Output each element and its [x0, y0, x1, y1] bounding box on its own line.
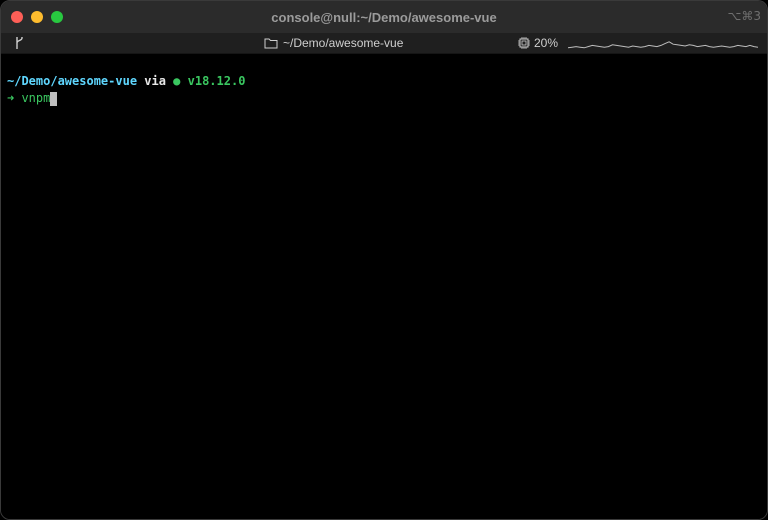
cpu-icon [518, 37, 530, 49]
folder-icon [264, 38, 278, 49]
git-branch-icon [16, 37, 23, 49]
cpu-sparkline-line [568, 41, 758, 49]
command-input[interactable]: vnpm [14, 90, 50, 107]
close-button[interactable] [11, 11, 23, 23]
status-path-label: ~/Demo/awesome-vue [283, 36, 404, 50]
title-bar[interactable]: console@null:~/Demo/awesome-vue ⌥⌘3 [1, 1, 767, 33]
prompt-line: ~/Demo/awesome-vue via ● v18.12.0 [7, 73, 761, 90]
maximize-button[interactable] [51, 11, 63, 23]
prompt-path: ~/Demo/awesome-vue [7, 74, 138, 88]
text-cursor [50, 91, 58, 106]
command-line[interactable]: ➜ vnpm [7, 90, 761, 107]
window-shortcut: ⌥⌘3 [727, 9, 761, 23]
status-path[interactable]: ~/Demo/awesome-vue [264, 36, 403, 50]
minimize-button[interactable] [31, 11, 43, 23]
window-title: console@null:~/Demo/awesome-vue [271, 9, 497, 25]
terminal-output[interactable]: ~/Demo/awesome-vue via ● v18.12.0 ➜ vnpm [1, 55, 767, 519]
prompt-via: via [137, 74, 174, 88]
terminal-window: console@null:~/Demo/awesome-vue ⌥⌘3 ~/De… [0, 0, 768, 520]
cpu-sparkline [568, 41, 758, 49]
node-icon: ● [173, 74, 181, 88]
cpu-indicator: 20% [518, 36, 558, 50]
status-bar: ~/Demo/awesome-vue 20% [1, 33, 767, 54]
node-version: v18.12.0 [180, 74, 246, 88]
cpu-percent: 20% [534, 36, 559, 50]
prompt-arrow-icon: ➜ [7, 91, 15, 105]
window-controls [11, 11, 63, 23]
